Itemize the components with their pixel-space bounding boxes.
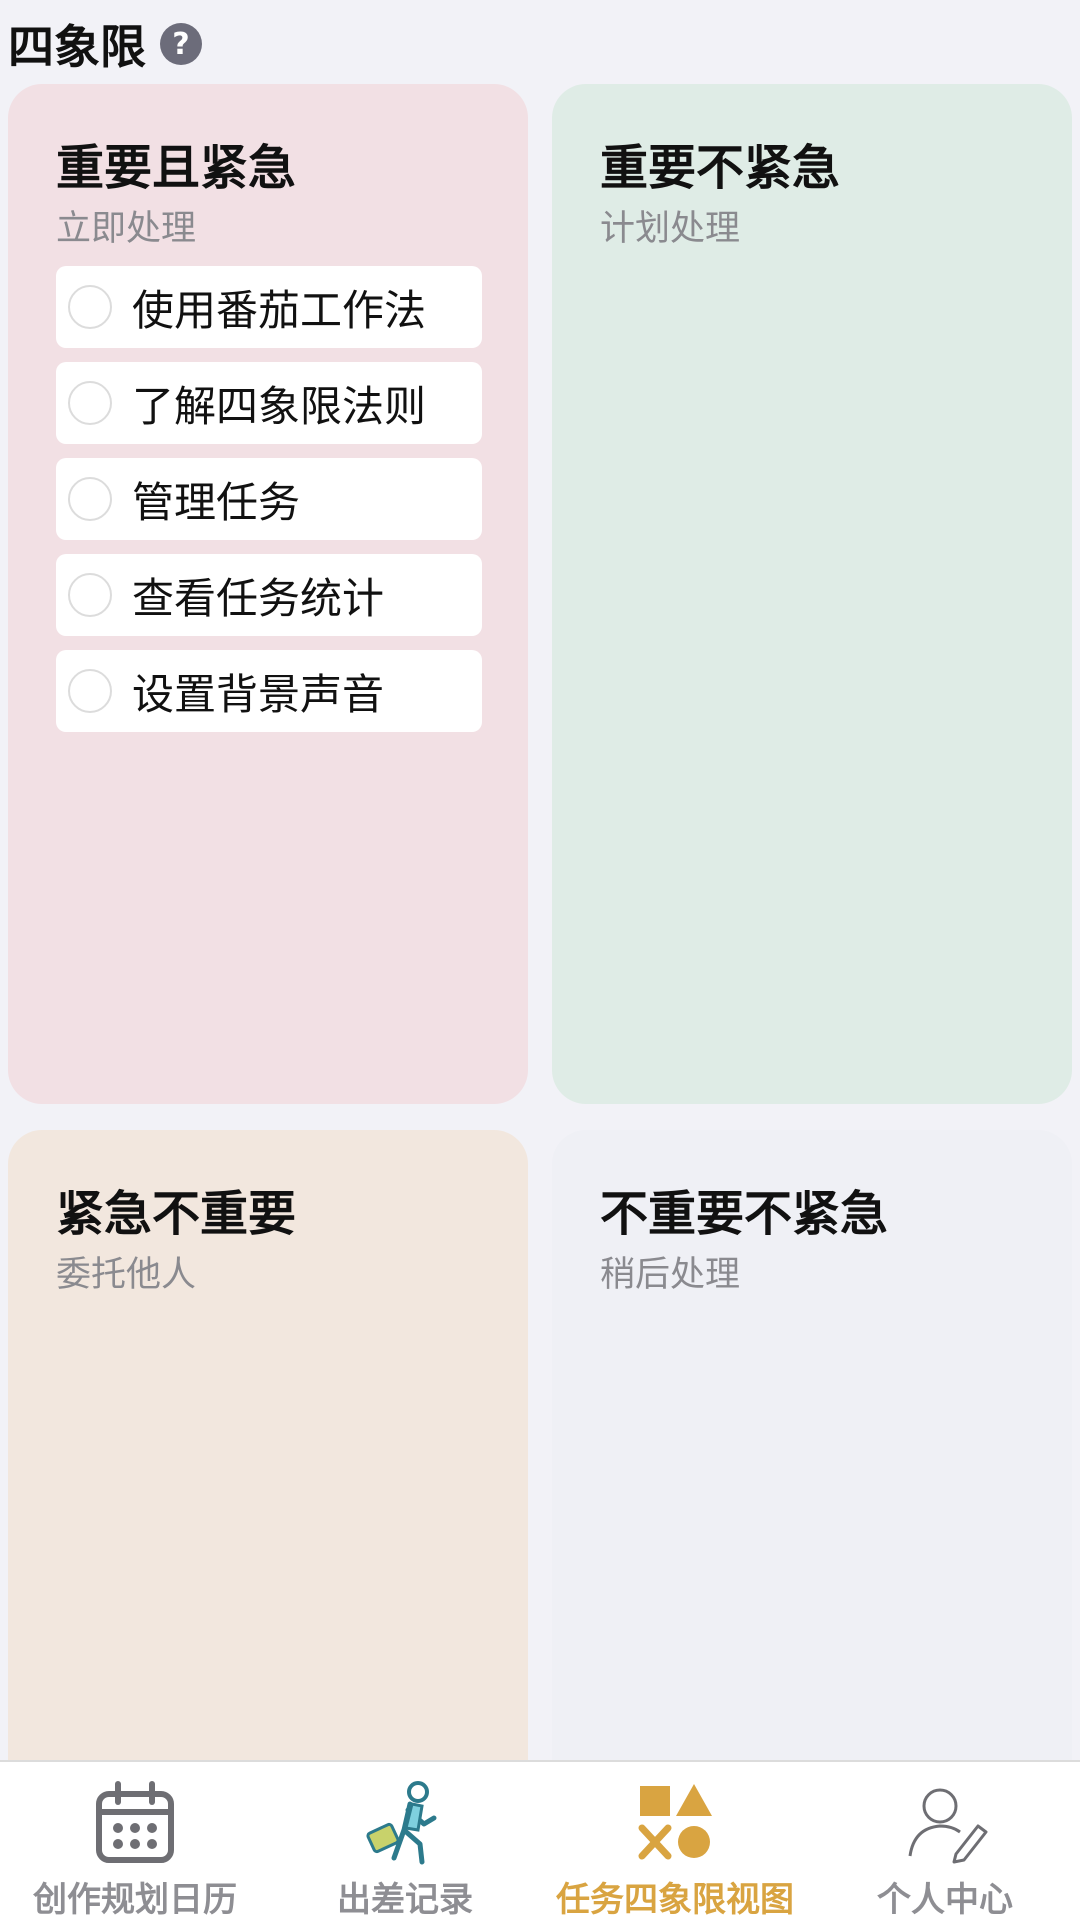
task-item[interactable]: 了解四象限法则 [56,362,482,444]
quadrant-not-important-not-urgent[interactable]: 不重要不紧急 稍后处理 [552,1130,1072,1770]
tab-label: 任务四象限视图 [556,1880,794,1920]
quadrant-subtitle: 委托他人 [56,1255,197,1295]
page-title: 四象限 [8,20,146,74]
task-checkbox[interactable] [68,381,112,425]
task-checkbox[interactable] [68,477,112,521]
task-label: 了解四象限法则 [132,381,427,431]
quadrant-important-not-urgent[interactable]: 重要不紧急 计划处理 [552,84,1072,1104]
tab-quadrant-view[interactable]: 任务四象限视图 [540,1762,810,1922]
calendar-icon [96,1781,174,1863]
tab-label: 创作规划日历 [33,1880,237,1920]
bottom-tab-bar: 创作规划日历 出差记录 任务四象限视图 个人中心 [0,1760,1080,1922]
task-checkbox[interactable] [68,669,112,713]
quadrant-title: 重要且紧急 [56,140,297,196]
task-checkbox[interactable] [68,573,112,617]
quadrant-subtitle: 稍后处理 [600,1255,741,1295]
task-checkbox[interactable] [68,285,112,329]
quadrant-important-urgent[interactable]: 重要且紧急 立即处理 使用番茄工作法 了解四象限法则 管理任务 查看任务统计 设… [8,84,528,1104]
quadrant-title: 紧急不重要 [56,1186,297,1242]
page-header: 四象限 ? [8,14,202,74]
tab-calendar[interactable]: 创作规划日历 [0,1762,270,1922]
tab-travel[interactable]: 出差记录 [270,1762,540,1922]
quadrant-subtitle: 立即处理 [56,209,197,249]
help-icon[interactable]: ? [160,23,202,65]
task-label: 使用番茄工作法 [132,285,427,335]
task-item[interactable]: 设置背景声音 [56,650,482,732]
task-label: 查看任务统计 [132,573,385,623]
tab-profile[interactable]: 个人中心 [810,1762,1080,1922]
tab-label: 出差记录 [337,1880,473,1920]
tab-label: 个人中心 [877,1880,1013,1920]
quadrant-subtitle: 计划处理 [600,209,741,249]
task-item[interactable]: 管理任务 [56,458,482,540]
quadrant-title: 不重要不紧急 [600,1186,889,1242]
task-label: 设置背景声音 [132,669,385,719]
quadrant-urgent-not-important[interactable]: 紧急不重要 委托他人 [8,1130,528,1770]
user-edit-icon [908,1788,988,1864]
shapes-icon [638,1784,712,1860]
traveler-icon [366,1781,437,1865]
task-list: 使用番茄工作法 了解四象限法则 管理任务 查看任务统计 设置背景声音 [56,266,482,732]
task-item[interactable]: 查看任务统计 [56,554,482,636]
task-label: 管理任务 [132,477,301,527]
task-item[interactable]: 使用番茄工作法 [56,266,482,348]
quadrant-title: 重要不紧急 [600,140,841,196]
